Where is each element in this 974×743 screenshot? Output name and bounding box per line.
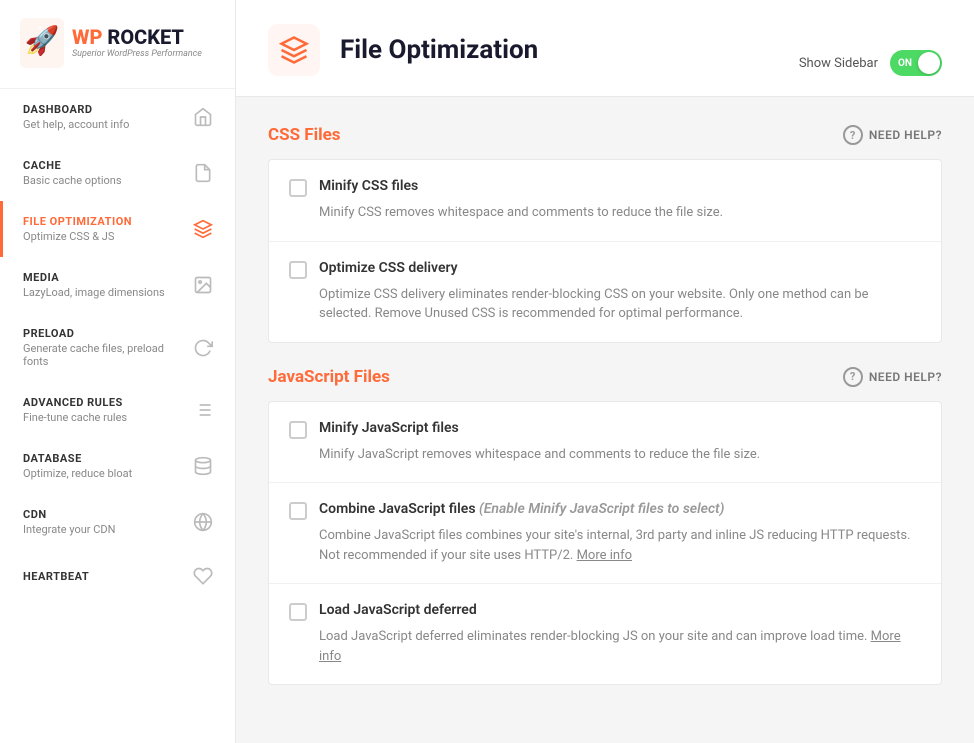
combine-js-row: Combine JavaScript files (Enable Minify … — [269, 483, 941, 584]
logo-area: 🚀 WP ROCKET Superior WordPress Performan… — [0, 0, 235, 89]
heart-icon — [191, 564, 215, 588]
show-sidebar-label: Show Sidebar — [799, 56, 878, 71]
combine-js-more-link[interactable]: More info — [577, 548, 632, 563]
house-icon — [191, 105, 215, 129]
page-title: File Optimization — [340, 35, 538, 65]
combine-js-desc: Combine JavaScript files combines your s… — [289, 526, 921, 565]
sidebar: 🚀 WP ROCKET Superior WordPress Performan… — [0, 0, 236, 743]
css-card: Minify CSS files Minify CSS removes whit… — [268, 159, 942, 343]
combine-js-title: Combine JavaScript files (Enable Minify … — [319, 501, 724, 517]
css-section: CSS Files ? NEED HELP? Minify CSS files … — [268, 125, 942, 343]
file-icon — [191, 161, 215, 185]
load-js-deferred-row: Load JavaScript deferred Load JavaScript… — [269, 584, 941, 684]
help-circle-icon: ? — [843, 125, 863, 145]
show-sidebar-toggle[interactable]: ON — [890, 50, 942, 76]
load-js-deferred-checkbox[interactable] — [289, 603, 307, 621]
js-help-circle-icon: ? — [843, 367, 863, 387]
database-icon — [191, 454, 215, 478]
js-section: JavaScript Files ? NEED HELP? Minify Jav… — [268, 367, 942, 686]
main-header: File Optimization Show Sidebar ON — [236, 0, 974, 97]
sidebar-item-heartbeat[interactable]: HEARTBEAT — [0, 550, 235, 602]
load-js-deferred-title: Load JavaScript deferred — [319, 602, 477, 618]
layers-icon — [191, 217, 215, 241]
sidebar-item-cdn[interactable]: CDN Integrate your CDN — [0, 494, 235, 550]
load-js-deferred-desc: Load JavaScript deferred eliminates rend… — [289, 627, 921, 666]
list-icon — [191, 398, 215, 422]
js-section-title: JavaScript Files — [268, 367, 390, 387]
content-area: CSS Files ? NEED HELP? Minify CSS files … — [236, 97, 974, 713]
toggle-knob — [918, 52, 940, 74]
js-card: Minify JavaScript files Minify JavaScrip… — [268, 401, 942, 686]
optimize-css-row: Optimize CSS delivery Optimize CSS deliv… — [269, 242, 941, 342]
svg-text:🚀: 🚀 — [25, 24, 60, 57]
minify-js-row: Minify JavaScript files Minify JavaScrip… — [269, 402, 941, 484]
minify-css-desc: Minify CSS removes whitespace and commen… — [289, 203, 921, 223]
page-header-icon — [268, 24, 320, 76]
css-need-help-button[interactable]: ? NEED HELP? — [843, 125, 942, 145]
refresh-icon — [191, 336, 215, 360]
sidebar-item-advanced-rules[interactable]: ADVANCED RULES Fine-tune cache rules — [0, 382, 235, 438]
minify-js-desc: Minify JavaScript removes whitespace and… — [289, 445, 921, 465]
css-section-title: CSS Files — [268, 125, 341, 145]
sidebar-item-dashboard[interactable]: DASHBOARD Get help, account info — [0, 89, 235, 145]
main-content: File Optimization Show Sidebar ON CSS Fi… — [236, 0, 974, 743]
minify-js-title: Minify JavaScript files — [319, 420, 459, 436]
optimize-css-title: Optimize CSS delivery — [319, 260, 458, 276]
combine-js-checkbox[interactable] — [289, 502, 307, 520]
sidebar-item-file-optimization[interactable]: FILE OPTIMIZATION Optimize CSS & JS — [0, 201, 235, 257]
optimize-css-desc: Optimize CSS delivery eliminates render-… — [289, 285, 921, 324]
logo-subtitle: Superior WordPress Performance — [72, 49, 202, 59]
minify-js-checkbox[interactable] — [289, 421, 307, 439]
globe-icon — [191, 510, 215, 534]
sidebar-item-media[interactable]: MEDIA LazyLoad, image dimensions — [0, 257, 235, 313]
combine-js-note: (Enable Minify JavaScript files to selec… — [479, 501, 724, 517]
logo-text: WP ROCKET — [72, 27, 202, 47]
sidebar-item-cache[interactable]: CACHE Basic cache options — [0, 145, 235, 201]
minify-css-title: Minify CSS files — [319, 178, 418, 194]
sidebar-item-preload[interactable]: PRELOAD Generate cache files, preload fo… — [0, 313, 235, 382]
optimize-css-checkbox[interactable] — [289, 261, 307, 279]
wp-rocket-logo-icon: 🚀 — [20, 18, 64, 68]
minify-css-checkbox[interactable] — [289, 179, 307, 197]
sidebar-item-database[interactable]: DATABASE Optimize, reduce bloat — [0, 438, 235, 494]
image-icon — [191, 273, 215, 297]
js-need-help-button[interactable]: ? NEED HELP? — [843, 367, 942, 387]
minify-css-row: Minify CSS files Minify CSS removes whit… — [269, 160, 941, 242]
